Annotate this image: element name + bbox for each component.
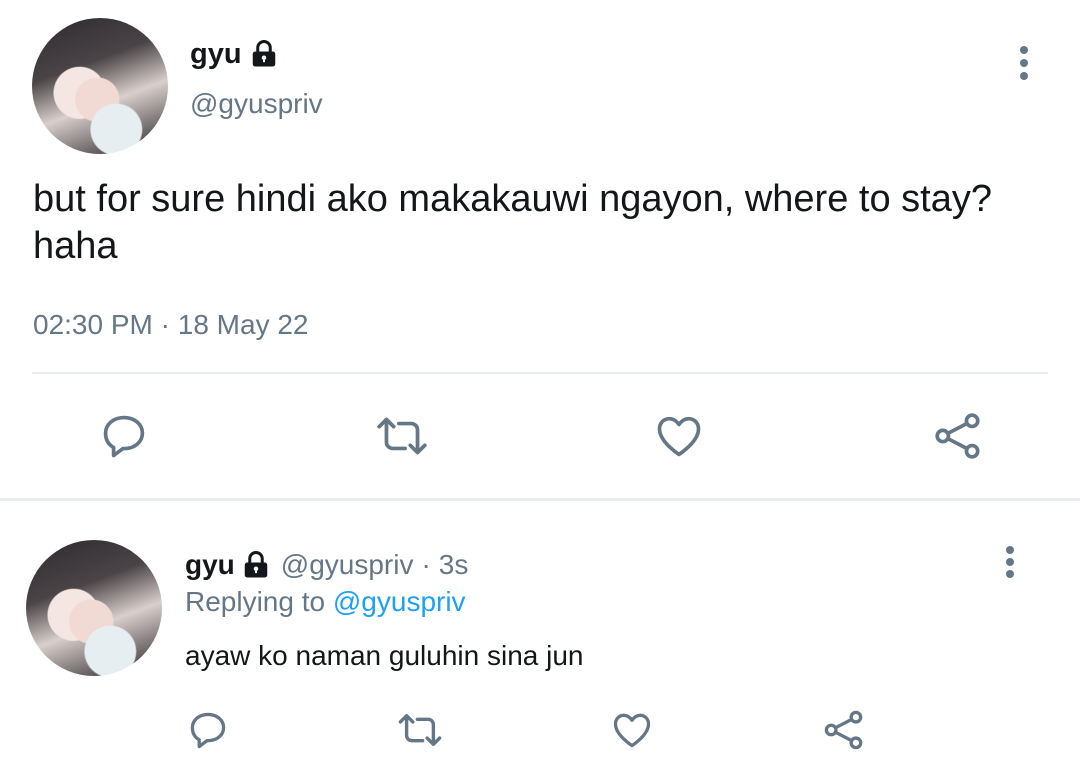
- retweet-icon: [377, 417, 427, 455]
- reply-reply-button[interactable]: [184, 706, 232, 754]
- reply-more-options-button[interactable]: [990, 540, 1030, 584]
- tweet-date: 18 May 22: [177, 309, 309, 340]
- section-separator: [0, 498, 1080, 501]
- reply-time-ago: 3s: [438, 549, 469, 580]
- retweet-icon: [398, 714, 442, 746]
- timestamp-separator: ·: [160, 309, 170, 340]
- author-name-row: gyu: [190, 36, 279, 72]
- tweet-time: 02:30 PM: [33, 309, 153, 340]
- reply-display-name[interactable]: gyu: [185, 549, 235, 581]
- retweet-button[interactable]: [372, 408, 432, 464]
- reply-icon: [190, 712, 226, 749]
- more-options-icon: [1006, 546, 1014, 578]
- replying-to-label: Replying to: [185, 586, 326, 617]
- lock-icon: [249, 39, 279, 69]
- replying-to-handle[interactable]: @gyuspriv: [333, 586, 466, 617]
- display-name[interactable]: gyu: [190, 38, 242, 71]
- share-icon: [824, 710, 863, 750]
- more-options-icon: [1020, 46, 1028, 80]
- divider: [32, 372, 1048, 374]
- author-handle[interactable]: @gyuspriv: [190, 88, 323, 120]
- reply-dot: ·: [421, 549, 431, 580]
- like-icon: [657, 416, 701, 457]
- more-options-button[interactable]: [1004, 40, 1044, 86]
- like-button[interactable]: [651, 408, 707, 464]
- reply-icon: [103, 415, 145, 458]
- reply-share-button[interactable]: [820, 706, 868, 754]
- reply-like-button[interactable]: [608, 706, 656, 754]
- avatar[interactable]: [32, 18, 168, 154]
- reply-avatar[interactable]: [26, 540, 162, 676]
- reply-handle[interactable]: @gyuspriv: [281, 549, 414, 581]
- tweet-text: but for sure hindi ako makakauwi ngayon,…: [33, 178, 992, 267]
- share-icon: [935, 413, 980, 459]
- reply-button[interactable]: [96, 408, 152, 464]
- share-button[interactable]: [930, 408, 986, 464]
- tweet-timestamp[interactable]: 02:30 PM · 18 May 22: [33, 309, 309, 341]
- reply-header: gyu @gyuspriv · 3s: [185, 546, 468, 584]
- reply-retweet-button[interactable]: [394, 706, 446, 754]
- like-icon: [613, 713, 651, 748]
- replying-to: Replying to @gyuspriv: [185, 586, 466, 618]
- lock-icon: [241, 550, 271, 580]
- reply-text: ayaw ko naman guluhin sina jun: [185, 640, 584, 671]
